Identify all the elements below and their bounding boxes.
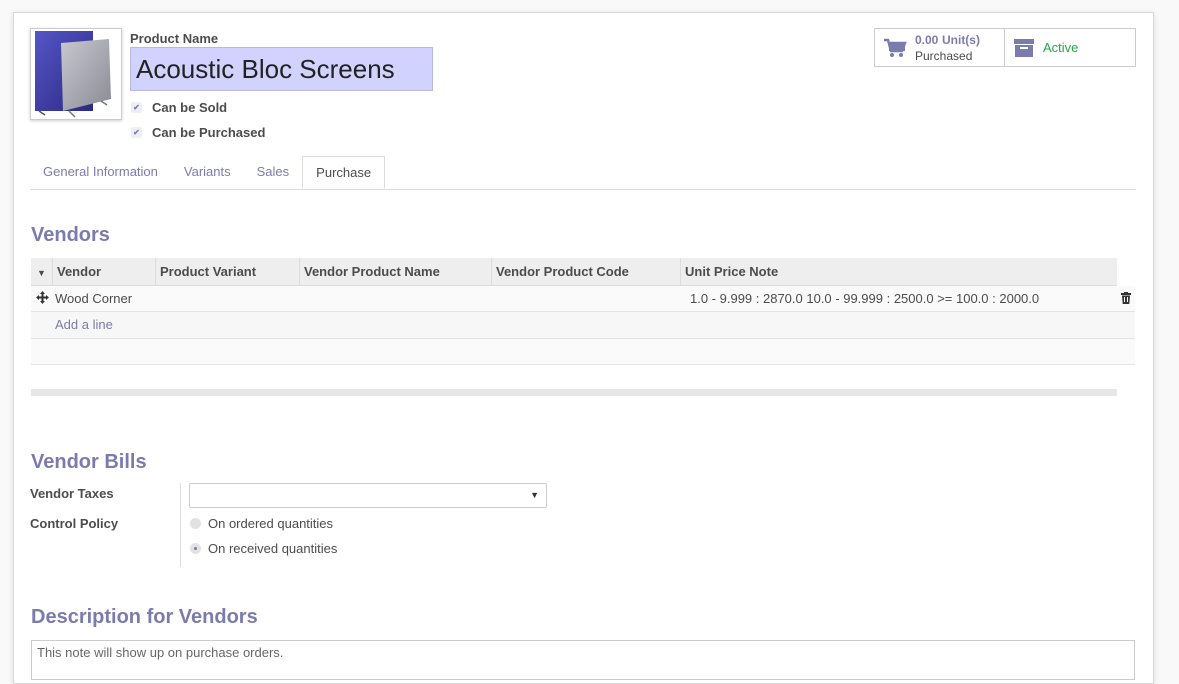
vendors-title: Vendors (31, 224, 110, 246)
column-vendor-product-code[interactable]: Vendor Product Code (492, 258, 681, 285)
archive-icon (1014, 38, 1034, 57)
horizontal-scrollbar[interactable] (31, 389, 1117, 396)
trash-icon[interactable] (1121, 292, 1131, 307)
tab-variants[interactable]: Variants (171, 156, 244, 189)
can-be-sold-checkbox[interactable]: ✔ (131, 102, 142, 113)
caret-down-icon: ▼ (37, 268, 46, 278)
column-vendor-product-name[interactable]: Vendor Product Name (300, 258, 492, 285)
column-unit-price-note[interactable]: Unit Price Note (681, 258, 1117, 285)
tab-purchase[interactable]: Purchase (302, 156, 386, 189)
add-line-link[interactable]: Add a line (31, 312, 1135, 339)
active-toggle-button[interactable]: Active (1005, 29, 1086, 66)
tab-sales[interactable]: Sales (244, 156, 303, 189)
vendor-bills-title: Vendor Bills (31, 451, 147, 473)
can-be-sold-label: Can be Sold (152, 100, 228, 115)
product-name-input[interactable]: Acoustic Bloc Screens (130, 47, 433, 91)
purchased-count: 0.00 (915, 32, 939, 47)
empty-row (31, 339, 1135, 365)
product-image[interactable] (30, 28, 122, 120)
can-be-purchased-checkbox[interactable]: ✔ (131, 127, 142, 138)
drag-handle-icon[interactable] (31, 290, 53, 307)
policy-option-received[interactable]: On received quantities (190, 541, 337, 556)
can-be-purchased-row[interactable]: ✔ Can be Purchased (131, 125, 265, 140)
policy-option-received-label: On received quantities (208, 541, 338, 556)
policy-option-ordered[interactable]: On ordered quantities (190, 516, 333, 531)
description-vendors-title: Description for Vendors (31, 606, 258, 628)
vendor-taxes-select[interactable]: ▼ (189, 483, 547, 508)
smart-buttons: 0.00 Unit(s) Purchased Active (874, 28, 1136, 67)
label-divider (180, 483, 181, 567)
form-sheet: Product Name Acoustic Bloc Screens ✔ Can… (13, 12, 1154, 684)
shopping-cart-icon (884, 38, 907, 57)
purchased-button[interactable]: 0.00 Unit(s) Purchased (875, 29, 1005, 66)
caret-down-icon: ▼ (530, 490, 539, 500)
can-be-purchased-label: Can be Purchased (152, 125, 266, 140)
table-row[interactable]: Wood Corner 1.0 - 9.999 : 2870.0 10.0 - … (31, 286, 1135, 312)
active-label: Active (1043, 40, 1079, 55)
product-name-label: Product Name (130, 31, 219, 46)
notebook-tabs: General Information Variants Sales Purch… (30, 156, 1136, 190)
vendors-table: ▼ Vendor Product Variant Vendor Product … (31, 258, 1135, 365)
can-be-sold-row[interactable]: ✔ Can be Sold (131, 100, 227, 115)
tab-general-information[interactable]: General Information (30, 156, 171, 189)
column-product-variant[interactable]: Product Variant (156, 258, 300, 285)
cell-unit-price-note: 1.0 - 9.999 : 2870.0 10.0 - 99.999 : 250… (690, 291, 1040, 306)
cell-vendor: Wood Corner (55, 291, 133, 306)
vendor-taxes-label: Vendor Taxes (30, 486, 114, 501)
policy-option-ordered-label: On ordered quantities (208, 516, 334, 531)
sort-handle-header[interactable]: ▼ (31, 258, 53, 285)
product-image-screens (35, 31, 111, 118)
purchased-unit: Unit(s) (941, 32, 980, 47)
vendors-table-header: ▼ Vendor Product Variant Vendor Product … (31, 258, 1117, 286)
column-vendor[interactable]: Vendor (53, 258, 156, 285)
purchased-label: Purchased (915, 48, 973, 63)
vendor-description-textarea[interactable]: This note will show up on purchase order… (31, 640, 1135, 680)
radio-received[interactable] (190, 543, 201, 554)
radio-ordered[interactable] (190, 518, 201, 529)
control-policy-label: Control Policy (30, 516, 119, 531)
